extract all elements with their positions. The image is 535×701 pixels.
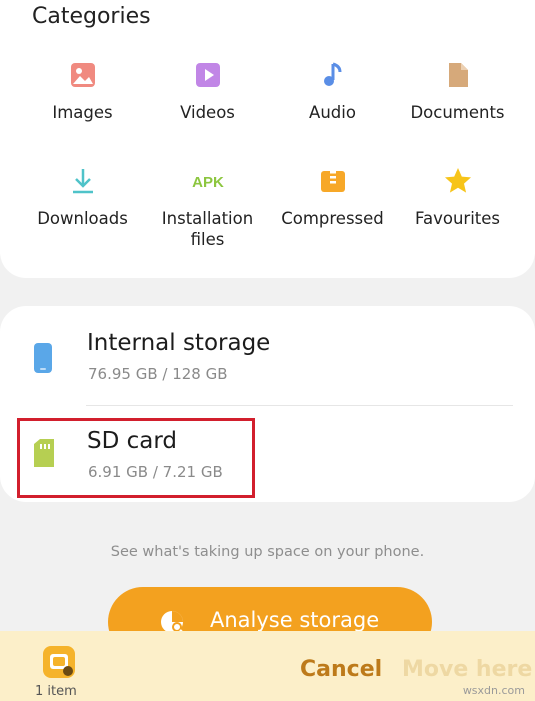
selected-item-icon [43,646,75,678]
category-documents[interactable]: Documents [395,60,520,123]
images-icon [70,63,95,87]
category-videos[interactable]: Videos [145,60,270,123]
downloads-icon [72,169,93,194]
category-label: Compressed [281,209,384,228]
storage-sd-card[interactable]: SD card 6.91 GB / 7.21 GB [0,414,535,504]
category-favourites[interactable]: Favourites [395,166,520,229]
star-icon [444,168,471,193]
divider [86,405,513,406]
storage-name: Internal storage [87,330,271,356]
selected-item-count: 1 item [35,684,77,699]
storage-card: Internal storage 76.95 GB / 128 GB SD ca… [0,306,535,502]
documents-icon [448,63,468,87]
category-label: Favourites [415,209,500,228]
storage-internal[interactable]: Internal storage 76.95 GB / 128 GB [0,316,535,406]
category-label: Documents [410,103,505,122]
storage-size: 6.91 GB / 7.21 GB [88,463,223,481]
category-images[interactable]: Images [20,60,145,123]
compressed-icon [320,171,345,192]
category-compressed[interactable]: Compressed [270,166,395,229]
apk-icon: APK [192,174,224,191]
category-label: Downloads [37,209,128,228]
category-downloads[interactable]: Downloads [20,166,145,229]
categories-card: Categories Images Videos Audio Documents… [0,0,535,278]
analyse-storage-label: Analyse storage [210,608,380,632]
sd-card-icon [34,439,54,467]
category-label: Installation files [161,209,254,249]
category-installation-files[interactable]: APK Installation files [145,166,270,250]
storage-hint: See what's taking up space on your phone… [110,544,425,560]
videos-icon [195,63,220,87]
category-label: Images [52,103,113,122]
storage-size: 76.95 GB / 128 GB [88,365,228,383]
audio-icon [323,62,341,86]
bottom-action-bar: 1 item Cancel Move here wsxdn.com [0,631,535,701]
categories-title: Categories [32,4,151,29]
apk-icon-text: APK [192,174,224,191]
watermark: wsxdn.com [462,684,525,697]
storage-name: SD card [87,428,178,454]
category-label: Audio [309,103,356,122]
category-label: Videos [180,103,235,122]
cancel-button[interactable]: Cancel [300,657,382,682]
move-here-button[interactable]: Move here [402,657,532,682]
category-audio[interactable]: Audio [270,60,395,123]
phone-icon [34,343,52,373]
